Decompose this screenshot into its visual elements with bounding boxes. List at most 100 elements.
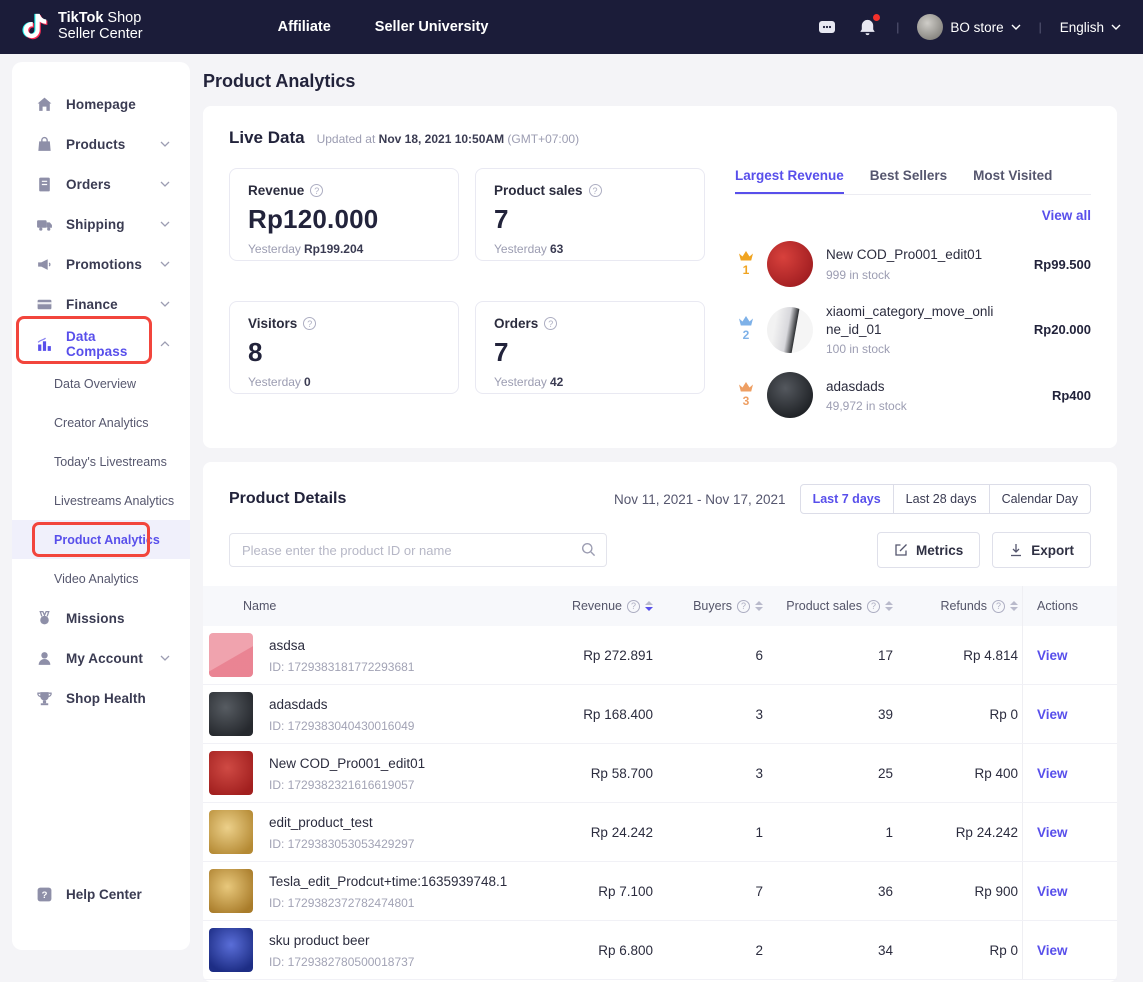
main-content: Product Analytics Live Data Updated at N… bbox=[203, 54, 1117, 982]
column-product-sales[interactable]: Product sales? bbox=[767, 599, 897, 613]
sidebar-subitem-video-analytics[interactable]: Video Analytics bbox=[12, 559, 190, 598]
column-name: Name bbox=[203, 599, 537, 613]
info-icon[interactable]: ? bbox=[544, 317, 557, 330]
column-actions: Actions bbox=[1022, 586, 1117, 626]
sidebar-item-orders[interactable]: Orders bbox=[12, 164, 190, 204]
info-icon[interactable]: ? bbox=[627, 600, 640, 613]
chevron-down-icon bbox=[160, 299, 170, 309]
sidebar-item-shop-health[interactable]: Shop Health bbox=[12, 678, 190, 718]
info-icon[interactable]: ? bbox=[992, 600, 1005, 613]
info-icon[interactable]: ? bbox=[737, 600, 750, 613]
visitors-value: 8 bbox=[248, 337, 440, 368]
rank-3-crown-icon: 3 bbox=[735, 381, 757, 410]
sidebar-subitem-todays-livestreams[interactable]: Today's Livestreams bbox=[12, 442, 190, 481]
download-icon bbox=[1009, 543, 1023, 557]
export-button[interactable]: Export bbox=[992, 532, 1091, 568]
product-image bbox=[767, 372, 813, 418]
column-buyers[interactable]: Buyers? bbox=[657, 599, 767, 613]
last-7-days-button[interactable]: Last 7 days bbox=[801, 485, 893, 513]
sidebar-item-shipping[interactable]: Shipping bbox=[12, 204, 190, 244]
sidebar-subitem-product-analytics[interactable]: Product Analytics bbox=[12, 520, 190, 559]
sidebar-item-my-account[interactable]: My Account bbox=[12, 638, 190, 678]
top-header: TikTok Shop Seller Center Affiliate Sell… bbox=[0, 0, 1143, 54]
table-row: sku product beerID: 1729382780500018737 … bbox=[203, 921, 1117, 980]
sidebar-item-data-compass[interactable]: Data Compass bbox=[12, 324, 190, 364]
chevron-down-icon bbox=[160, 259, 170, 269]
table-row: adasdadsID: 1729383040430016049 Rp 168.4… bbox=[203, 685, 1117, 744]
product-image bbox=[209, 692, 253, 736]
tab-best-sellers[interactable]: Best Sellers bbox=[870, 168, 947, 194]
product-details-card: Product Details Nov 11, 2021 - Nov 17, 2… bbox=[203, 462, 1117, 982]
product-image bbox=[209, 928, 253, 972]
date-range-label: Nov 11, 2021 - Nov 17, 2021 bbox=[614, 492, 786, 507]
product-image bbox=[209, 751, 253, 795]
calendar-day-button[interactable]: Calendar Day bbox=[989, 485, 1090, 513]
store-switcher[interactable]: BO store bbox=[917, 14, 1020, 40]
view-link[interactable]: View bbox=[1037, 648, 1068, 663]
top-products-panel: Largest Revenue Best Sellers Most Visite… bbox=[735, 168, 1091, 418]
chevron-down-icon bbox=[160, 219, 170, 229]
tab-most-visited[interactable]: Most Visited bbox=[973, 168, 1052, 194]
last-28-days-button[interactable]: Last 28 days bbox=[893, 485, 989, 513]
messages-icon[interactable] bbox=[816, 16, 838, 38]
view-link[interactable]: View bbox=[1037, 825, 1068, 840]
chevron-down-icon bbox=[160, 139, 170, 149]
tab-largest-revenue[interactable]: Largest Revenue bbox=[735, 168, 844, 194]
language-selector[interactable]: English bbox=[1060, 20, 1121, 35]
sidebar-item-products[interactable]: Products bbox=[12, 124, 190, 164]
divider: | bbox=[896, 20, 899, 34]
product-sales-value: 7 bbox=[494, 204, 686, 235]
metrics-button[interactable]: Metrics bbox=[877, 532, 980, 568]
search-icon[interactable] bbox=[581, 542, 596, 557]
sidebar-item-missions[interactable]: Missions bbox=[12, 598, 190, 638]
table-header-row: Name Revenue? Buyers? Product sales? Ref… bbox=[203, 586, 1117, 626]
table-row: asdsaID: 1729383181772293681 Rp 272.891 … bbox=[203, 626, 1117, 685]
info-icon[interactable]: ? bbox=[310, 184, 323, 197]
store-avatar bbox=[917, 14, 943, 40]
card-icon bbox=[36, 296, 53, 313]
column-revenue[interactable]: Revenue? bbox=[537, 599, 657, 613]
sort-icon bbox=[755, 601, 763, 611]
document-icon bbox=[36, 176, 53, 193]
info-icon[interactable]: ? bbox=[589, 184, 602, 197]
notification-badge bbox=[873, 14, 880, 21]
rank-2-crown-icon: 2 bbox=[735, 315, 757, 344]
stat-card-revenue: Revenue? Rp120.000 YesterdayRp199.204 bbox=[229, 168, 459, 261]
sidebar-item-finance[interactable]: Finance bbox=[12, 284, 190, 324]
sidebar-subitem-livestreams-analytics[interactable]: Livestreams Analytics bbox=[12, 481, 190, 520]
notifications-bell-icon[interactable] bbox=[856, 16, 878, 38]
column-refunds[interactable]: Refunds? bbox=[897, 599, 1022, 613]
edit-square-icon bbox=[894, 543, 908, 557]
tiktok-note-icon bbox=[20, 10, 50, 44]
sidebar-item-promotions[interactable]: Promotions bbox=[12, 244, 190, 284]
view-link[interactable]: View bbox=[1037, 884, 1068, 899]
tiktok-shop-logo[interactable]: TikTok Shop Seller Center bbox=[20, 10, 143, 44]
live-data-title: Live Data bbox=[229, 128, 305, 148]
top-product-row[interactable]: 1 New COD_Pro001_edit01 999 in stock Rp9… bbox=[735, 241, 1091, 287]
info-icon[interactable]: ? bbox=[867, 600, 880, 613]
view-link[interactable]: View bbox=[1037, 766, 1068, 781]
chevron-down-icon bbox=[160, 179, 170, 189]
view-link[interactable]: View bbox=[1037, 943, 1068, 958]
view-link[interactable]: View bbox=[1037, 707, 1068, 722]
medal-icon bbox=[36, 610, 53, 627]
view-all-link[interactable]: View all bbox=[1042, 208, 1091, 223]
info-icon[interactable]: ? bbox=[303, 317, 316, 330]
truck-icon bbox=[36, 216, 53, 233]
product-details-title: Product Details bbox=[229, 490, 346, 508]
date-range-segmented-control: Last 7 days Last 28 days Calendar Day bbox=[800, 484, 1091, 514]
sidebar-item-homepage[interactable]: Homepage bbox=[12, 84, 190, 124]
nav-seller-university[interactable]: Seller University bbox=[375, 19, 489, 35]
top-product-row[interactable]: 2 xiaomi_category_move_online_id_01 100 … bbox=[735, 303, 1091, 356]
chevron-down-icon bbox=[1111, 22, 1121, 32]
product-search-input[interactable] bbox=[229, 533, 607, 567]
sidebar-item-help-center[interactable]: ? Help Center bbox=[12, 874, 190, 914]
bag-icon bbox=[36, 136, 53, 153]
home-icon bbox=[36, 96, 53, 113]
rank-1-crown-icon: 1 bbox=[735, 250, 757, 279]
sidebar-subitem-data-overview[interactable]: Data Overview bbox=[12, 364, 190, 403]
stat-card-visitors: Visitors? 8 Yesterday0 bbox=[229, 301, 459, 394]
sidebar-subitem-creator-analytics[interactable]: Creator Analytics bbox=[12, 403, 190, 442]
top-product-row[interactable]: 3 adasdads 49,972 in stock Rp400 bbox=[735, 372, 1091, 418]
nav-affiliate[interactable]: Affiliate bbox=[278, 19, 331, 35]
